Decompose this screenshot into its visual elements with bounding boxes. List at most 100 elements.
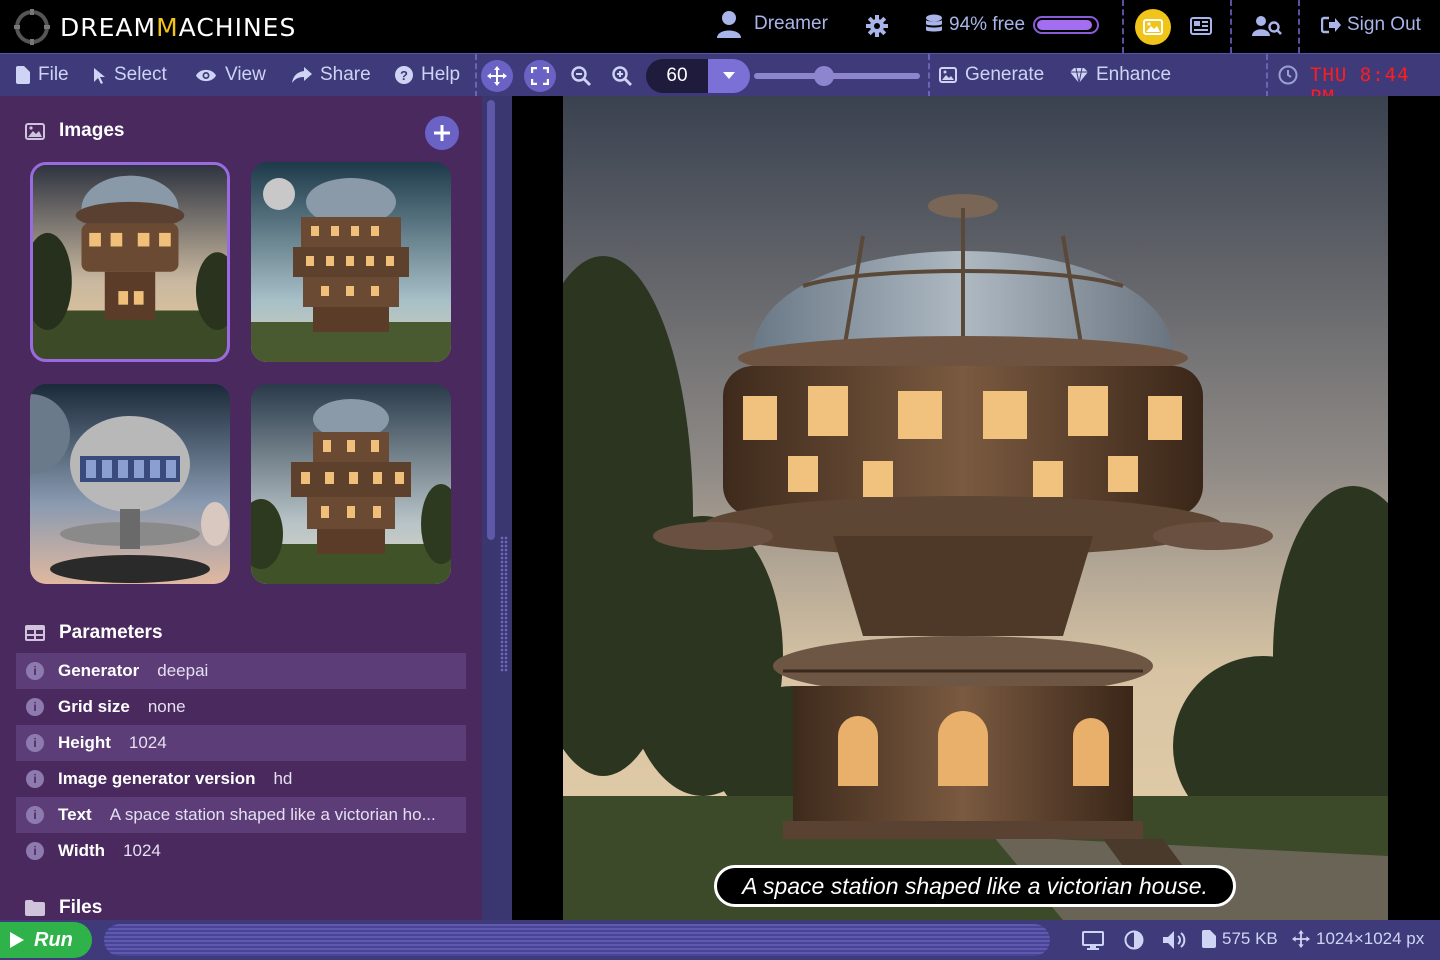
image-icon	[25, 122, 45, 140]
divider	[928, 54, 930, 97]
folder-icon	[25, 900, 45, 916]
image-thumbnail[interactable]	[251, 384, 451, 584]
user-icon	[717, 11, 741, 38]
view-label: View	[225, 64, 266, 85]
view-menu[interactable]: View	[195, 64, 266, 86]
parameters-title: Parameters	[59, 622, 163, 643]
thumbnail-image	[251, 162, 451, 362]
info-icon[interactable]: i	[26, 698, 44, 716]
file-size: 575 KB	[1222, 929, 1278, 948]
thumbnail-image	[251, 384, 451, 584]
parameter-value: 1024	[128, 733, 167, 752]
zoom-slider-handle[interactable]	[813, 66, 834, 86]
resize-handle[interactable]	[500, 536, 508, 672]
zoom-select[interactable]: 60	[646, 59, 750, 93]
generate-button[interactable]: Generate	[939, 64, 1044, 86]
table-icon	[25, 625, 45, 641]
parameter-row[interactable]: i Grid size none	[16, 689, 466, 725]
parameter-value: none	[147, 697, 186, 716]
gear-icon[interactable]	[866, 15, 888, 37]
thumbnail-image	[33, 165, 227, 359]
info-icon[interactable]: i	[26, 770, 44, 788]
parameter-row[interactable]: i Text A space station shaped like a vic…	[16, 797, 466, 833]
zoom-value[interactable]: 60	[646, 59, 708, 93]
zoom-out-icon[interactable]	[571, 66, 591, 86]
logo-icon	[14, 9, 50, 45]
parameter-value: hd	[273, 769, 293, 788]
sidebar-scrollbar[interactable]	[482, 96, 512, 920]
zoom-in-icon[interactable]	[612, 66, 632, 86]
news-icon[interactable]	[1190, 16, 1212, 36]
top-bar: DREAMMACHINES Dreamer 94% free Sign Out	[0, 0, 1440, 53]
image-thumbnail[interactable]	[30, 384, 230, 584]
parameter-value: 1024	[123, 841, 161, 860]
info-icon[interactable]: i	[26, 806, 44, 824]
files-title: Files	[59, 897, 103, 918]
move-tool-button[interactable]	[481, 60, 513, 92]
parameter-key: Grid size	[58, 697, 130, 716]
monitor-icon[interactable]	[1082, 931, 1104, 950]
progress-bar	[104, 924, 1050, 956]
file-icon	[1202, 930, 1216, 948]
user-name: Dreamer	[754, 13, 828, 34]
parameter-row[interactable]: i Height 1024	[16, 725, 466, 761]
image-gallery-icon	[1143, 19, 1163, 35]
main-image[interactable]	[563, 96, 1388, 920]
image-dimensions: 1024×1024 px	[1316, 929, 1425, 948]
run-button[interactable]: Run	[0, 922, 92, 958]
add-image-button[interactable]	[425, 116, 459, 150]
parameter-key: Text	[58, 805, 92, 824]
sign-out-button[interactable]: Sign Out	[1321, 14, 1421, 36]
parameters-section-header: Parameters	[25, 622, 163, 644]
image-viewer	[512, 96, 1440, 920]
parameter-row[interactable]: i Image generator version hd	[16, 761, 466, 797]
enhance-button[interactable]: Enhance	[1070, 64, 1171, 86]
divider	[1122, 0, 1124, 53]
pointer-icon	[94, 67, 105, 84]
scrollbar-thumb[interactable]	[487, 100, 495, 540]
image-thumbnail[interactable]	[30, 162, 230, 362]
user-search-icon[interactable]	[1252, 15, 1282, 37]
contrast-icon[interactable]	[1124, 930, 1144, 950]
zoom-dropdown-button[interactable]	[708, 59, 750, 93]
generate-label: Generate	[965, 64, 1045, 85]
divider	[1230, 0, 1232, 53]
parameter-value: A space station shaped like a victorian …	[109, 805, 436, 824]
divider	[1298, 0, 1300, 53]
parameter-row[interactable]: i Generator deepai	[16, 653, 466, 689]
image-caption: A space station shaped like a victorian …	[714, 865, 1236, 907]
info-icon[interactable]: i	[26, 734, 44, 752]
volume-icon[interactable]	[1162, 930, 1188, 950]
parameter-row[interactable]: i Width 1024	[16, 833, 466, 869]
zoom-slider[interactable]	[754, 66, 920, 86]
fit-screen-button[interactable]	[524, 60, 556, 92]
storage-text: 94% free	[949, 14, 1026, 35]
diamond-icon	[1070, 67, 1088, 83]
user-menu[interactable]: Dreamer	[716, 10, 828, 38]
info-icon[interactable]: i	[26, 662, 44, 680]
svg-text:?: ?	[400, 68, 408, 83]
share-icon	[292, 67, 312, 83]
files-section-header[interactable]: Files	[25, 897, 102, 919]
sidebar: Images Parameters i Generator deepai i G…	[0, 96, 482, 920]
parameter-value: deepai	[157, 661, 209, 680]
image-thumbnail[interactable]	[251, 162, 451, 362]
file-menu[interactable]: File	[16, 64, 69, 86]
toolbar: File Select View Share ? Help 60 Generat…	[0, 53, 1440, 108]
storage-indicator[interactable]: 94% free	[925, 14, 1100, 36]
divider	[1266, 54, 1268, 97]
play-icon	[10, 932, 24, 948]
image-gallery-button[interactable]	[1135, 9, 1171, 45]
storage-bar-fill	[1037, 20, 1092, 30]
help-icon: ?	[395, 66, 413, 84]
app-logo[interactable]: DREAMMACHINES	[14, 9, 296, 45]
select-tool[interactable]: Select	[93, 64, 167, 86]
storage-bar	[1033, 16, 1100, 34]
share-menu[interactable]: Share	[292, 64, 371, 86]
logo-text: DREAMMACHINES	[60, 12, 297, 42]
help-menu[interactable]: ? Help	[395, 64, 460, 86]
enhance-label: Enhance	[1096, 64, 1172, 85]
image-icon	[939, 67, 957, 83]
info-icon[interactable]: i	[26, 842, 44, 860]
status-bar: Run 575 KB 1024×1024 px	[0, 920, 1440, 960]
